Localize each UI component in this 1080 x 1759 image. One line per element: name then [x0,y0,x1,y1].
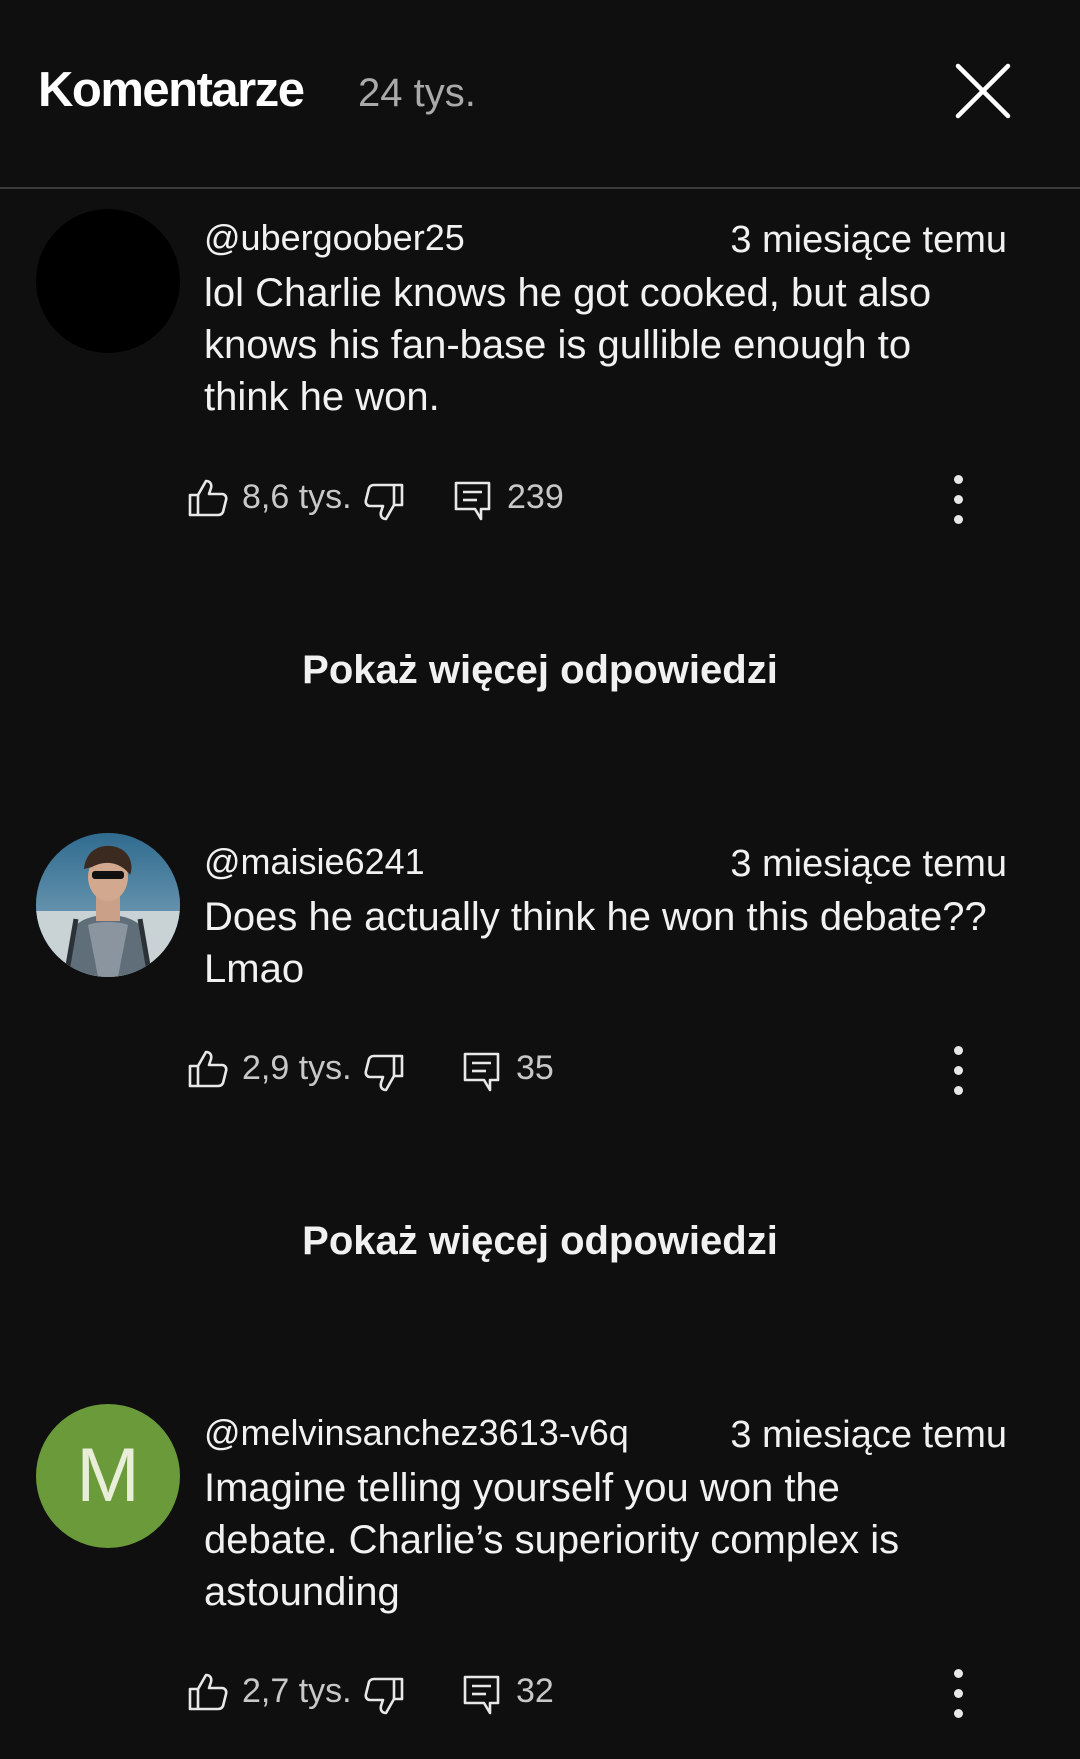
comment-actions: 2,9 tys. 35 [0,1039,1080,1099]
comment-author[interactable]: @maisie6241 [204,841,425,883]
like-count: 2,9 tys. [242,1049,352,1087]
dislike-button[interactable] [362,480,406,524]
comment-text: lol Charlie knows he got cooked, but als… [204,267,1024,423]
comment: M @melvinsanchez3613-v6q 3 miesiące temu… [0,1404,1080,1614]
more-vert-icon [954,1669,963,1678]
comment-text-line: astounding [204,1570,400,1614]
like-button[interactable] [186,1047,230,1091]
thumbs-up-icon [188,1050,228,1088]
comment-author[interactable]: @ubergoober25 [204,217,465,259]
reply-count: 32 [516,1672,554,1710]
show-more-replies-button[interactable]: Pokaż więcej odpowiedzi [0,1219,1080,1264]
comment-time: 3 miesiące temu [730,843,1007,885]
comment-text-line: Lmao [204,947,305,991]
avatar-photo [36,833,180,977]
comment-time: 3 miesiące temu [730,1414,1007,1456]
close-button[interactable] [952,60,1014,122]
like-count: 8,6 tys. [242,478,352,516]
comment-text: Does he actually think he won this debat… [204,891,1044,995]
like-button[interactable] [186,476,230,520]
comment-actions: 8,6 tys. 239 [0,468,1080,528]
more-options-button[interactable] [944,1045,974,1097]
comment: @maisie6241 3 miesiące temu Does he actu… [0,833,1080,991]
avatar[interactable] [36,209,180,353]
comment-author[interactable]: @melvinsanchez3613-v6q [204,1412,629,1454]
comment-text: Imagine telling yourself you won the deb… [204,1462,1024,1618]
like-button[interactable] [186,1670,230,1714]
avatar[interactable] [36,833,180,977]
more-vert-dot [954,495,963,504]
reply-count: 239 [507,478,564,516]
show-more-replies-button[interactable]: Pokaż więcej odpowiedzi [0,648,1080,693]
more-options-button[interactable] [944,1668,974,1720]
thumbs-up-icon [188,1673,228,1711]
more-vert-dot [954,515,963,524]
reply-count: 35 [516,1049,554,1087]
comment-actions: 2,7 tys. 32 [0,1662,1080,1722]
header-title: Komentarze [38,63,305,117]
thumbs-down-icon [364,1054,404,1092]
more-options-button[interactable] [944,474,974,526]
comment-icon [463,1675,500,1715]
comment-time: 3 miesiące temu [730,219,1007,261]
comment-text-line: lol Charlie knows he got cooked, but als… [204,271,932,315]
thumbs-down-icon [364,483,404,521]
comment-text-line: think he won. [204,375,440,419]
dislike-button[interactable] [362,1051,406,1095]
reply-button[interactable] [451,478,495,522]
reply-button[interactable] [460,1049,504,1093]
more-vert-dot [954,1709,963,1718]
more-vert-dot [954,1689,963,1698]
comment-count: 24 tys. [358,71,476,115]
more-vert-dot [954,1066,963,1075]
comment-icon [463,1052,500,1092]
like-count: 2,7 tys. [242,1672,352,1710]
avatar-letter: M [76,1433,140,1518]
dislike-button[interactable] [362,1674,406,1718]
comment-text-line: Does he actually think he won this debat… [204,895,987,939]
more-vert-dot [954,1086,963,1095]
comment-text-line: debate. Charlie’s superiority complex is [204,1518,900,1562]
close-icon [955,63,1011,119]
comment-text-line: knows his fan-base is gullible enough to [204,323,912,367]
comment-icon [454,481,491,521]
reply-button[interactable] [460,1672,504,1716]
thumbs-down-icon [364,1677,404,1715]
more-vert-icon [954,475,963,484]
thumbs-up-icon [188,479,228,517]
comment-text-line: Imagine telling yourself you won the [204,1466,840,1510]
comment: @ubergoober25 3 miesiące temu lol Charli… [0,209,1080,419]
comments-header: Komentarze 24 tys. [0,0,1080,189]
more-vert-icon [954,1046,963,1055]
avatar[interactable]: M [36,1404,180,1548]
